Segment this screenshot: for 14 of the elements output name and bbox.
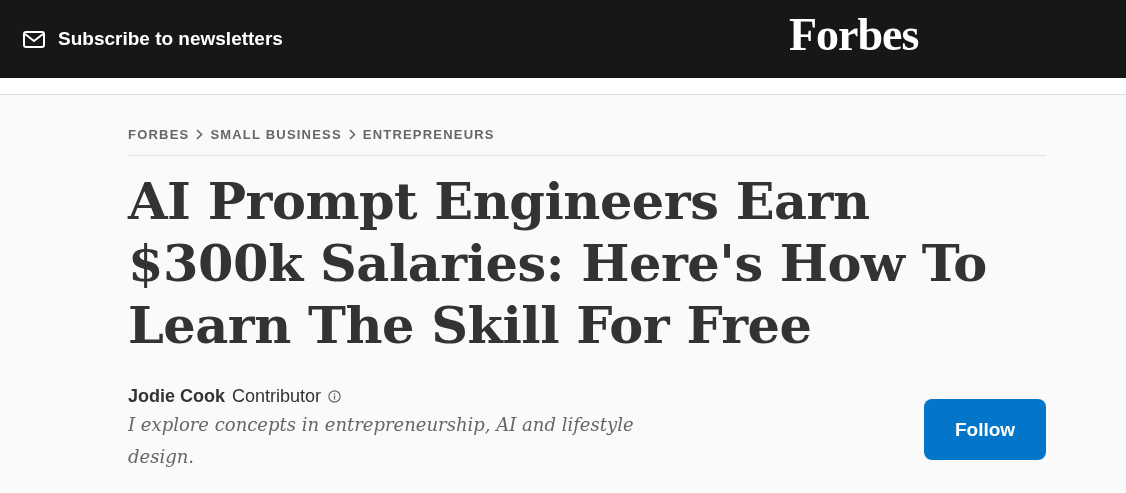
author-name[interactable]: Jodie Cook [128,386,225,407]
chevron-icon [348,129,356,140]
breadcrumb-link[interactable]: FORBES [128,127,190,142]
info-icon[interactable] [328,390,342,403]
follow-button[interactable]: Follow [924,399,1046,460]
author-role: Contributor [232,386,322,407]
author-bio: I explore concepts in entrepreneurship, AI and lifestyle design. [128,413,635,469]
article-headline: AI Prompt Engineers Earn $300k Salaries: Here's How To Learn The Skill For Free [128,170,988,356]
breadcrumb-link[interactable]: SMALL BUSINESS [210,127,342,142]
envelope-icon [23,30,45,48]
chevron-icon [196,129,204,140]
subscribe-link[interactable]: Subscribe to newsletters [23,28,283,50]
forbes-logo[interactable]: Forbes [789,8,919,61]
breadcrumb-link[interactable]: ENTREPRENEURS [362,127,495,142]
